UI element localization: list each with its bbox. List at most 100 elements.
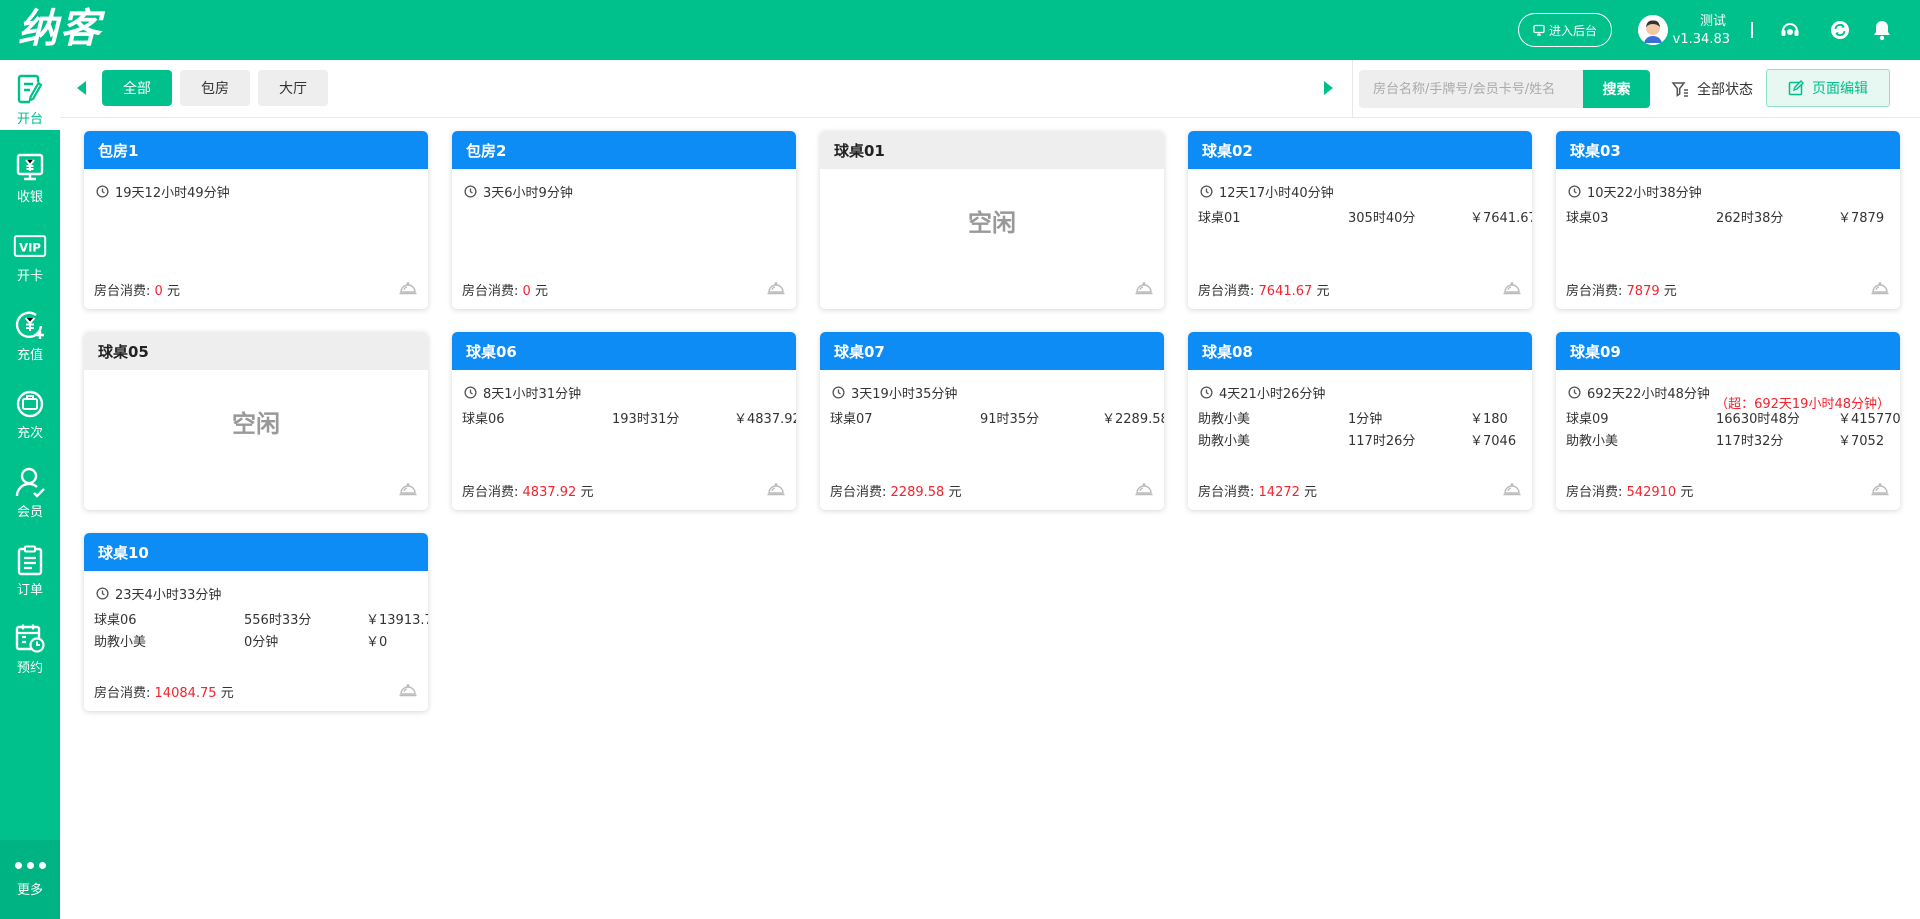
sidebar-item-order[interactable]: 订单: [0, 531, 60, 601]
service-bell-icon[interactable]: [766, 279, 786, 297]
sidebar-item-label: 开卡: [16, 269, 43, 284]
item-duration: 1分钟: [1348, 412, 1383, 427]
sidebar-item-cashier[interactable]: 收银: [0, 138, 60, 208]
order-icon: [13, 543, 47, 577]
currency-unit: 元: [1304, 485, 1318, 500]
search-input[interactable]: [1359, 70, 1583, 108]
service-bell-icon[interactable]: [1870, 480, 1890, 498]
item-name: 球桌03: [1566, 211, 1609, 226]
currency-unit: 元: [580, 485, 594, 500]
table-card-title: 球桌03: [1556, 131, 1900, 169]
consumption-label: 房台消费:: [1566, 485, 1623, 500]
table-card[interactable]: 球桌07 3天19小时35分钟 球桌07 91时35分 ￥2289.58 房台消费: 22…: [820, 332, 1164, 510]
consumption-amount: 7641.67: [1258, 284, 1313, 299]
table-card[interactable]: 包房1 19天12小时49分钟 房台消费: 0 元: [84, 131, 428, 309]
sidebar-more-button[interactable]: 更多: [0, 840, 60, 919]
item-name: 助教小美: [1566, 434, 1619, 449]
tab-all[interactable]: 全部: [102, 70, 172, 106]
search-button[interactable]: 搜索: [1583, 70, 1650, 108]
consumption-label: 房台消费:: [462, 485, 519, 500]
sidebar-item-vip[interactable]: VIP 开卡: [0, 217, 60, 287]
avatar[interactable]: [1638, 15, 1668, 45]
enter-backend-button[interactable]: 进入后台: [1518, 13, 1612, 47]
table-card[interactable]: 包房2 3天6小时9分钟 房台消费: 0 元: [452, 131, 796, 309]
consumption-amount: 7879: [1626, 284, 1660, 299]
item-amount: ￥415770: [1838, 412, 1900, 427]
svg-text:VIP: VIP: [19, 240, 41, 254]
scroll-left-arrow-icon[interactable]: [77, 81, 86, 95]
elapsed-time-value: 692天22小时48分钟: [1587, 387, 1710, 402]
table-consumption: 房台消费: 542910 元: [1566, 481, 1693, 500]
support-icon[interactable]: [1778, 18, 1802, 42]
sidebar: 开台 收银 VIP 开卡 充值 充次 会员 订单 预约 更多: [0, 60, 60, 919]
item-duration: 193时31分: [612, 412, 680, 427]
service-bell-icon[interactable]: [398, 681, 418, 699]
item-amount: ￥0: [366, 635, 388, 650]
service-bell-icon[interactable]: [398, 480, 418, 498]
table-card-title: 球桌08: [1188, 332, 1532, 370]
recharge-times-icon: [13, 386, 47, 420]
table-card[interactable]: 球桌08 4天21小时26分钟 助教小美 1分钟 ￥180 助教小美 117时26分 ￥704…: [1188, 332, 1532, 510]
service-bell-icon[interactable]: [1134, 279, 1154, 297]
table-consumption: 房台消费: 7641.67 元: [1198, 280, 1329, 299]
table-card[interactable]: 球桌09 692天22小时48分钟 （超：692天19小时48分钟） 球桌09 1663…: [1556, 332, 1900, 510]
service-bell-icon[interactable]: [1502, 279, 1522, 297]
item-name: 球桌09: [1566, 412, 1609, 427]
table-card[interactable]: 球桌03 10天22小时38分钟 球桌03 262时38分 ￥7879 房台消费: 787…: [1556, 131, 1900, 309]
table-consumption: 房台消费: 14084.75 元: [94, 682, 234, 701]
table-card[interactable]: 球桌05 空闲: [84, 332, 428, 510]
scroll-right-arrow-icon[interactable]: [1324, 81, 1333, 95]
item-name: 助教小美: [1198, 412, 1251, 427]
service-bell-icon[interactable]: [398, 279, 418, 297]
item-name: 助教小美: [1198, 434, 1251, 449]
table-card[interactable]: 球桌01 空闲: [820, 131, 1164, 309]
clock-icon: [1200, 386, 1213, 399]
app-logo: 纳客: [18, 5, 102, 52]
bell-icon[interactable]: [1870, 18, 1894, 42]
consumption-label: 房台消费:: [1198, 284, 1255, 299]
user-name: 测试: [1699, 14, 1726, 29]
consumption-amount: 2289.58: [890, 485, 945, 500]
table-card-title: 球桌07: [820, 332, 1164, 370]
status-filter-dropdown[interactable]: 全部状态: [1671, 70, 1753, 108]
sidebar-item-label: 充次: [16, 426, 43, 441]
table-card-title: 球桌06: [452, 332, 796, 370]
tab-private-room[interactable]: 包房: [180, 70, 250, 106]
service-bell-icon[interactable]: [1502, 480, 1522, 498]
item-amount: ￥180: [1470, 412, 1508, 427]
elapsed-time-value: 3天19小时35分钟: [851, 387, 958, 402]
clock-icon: [96, 185, 109, 198]
sidebar-item-member[interactable]: 会员: [0, 453, 60, 523]
table-card[interactable]: 球桌06 8天1小时31分钟 球桌06 193时31分 ￥4837.92 房台消费: 48…: [452, 332, 796, 510]
consumption-amount: 4837.92: [522, 485, 577, 500]
item-amount: ￥4837.92: [734, 412, 796, 427]
table-card[interactable]: 球桌02 12天17小时40分钟 球桌01 305时40分 ￥7641.67 房台消费: …: [1188, 131, 1532, 309]
item-amount: ￥7879: [1838, 211, 1885, 226]
item-duration: 305时40分: [1348, 211, 1416, 226]
top-bar: 纳客 进入后台 测试 v1.34.83: [0, 0, 1920, 60]
consumption-label: 房台消费:: [94, 686, 151, 701]
consumption-amount: 14272: [1258, 485, 1300, 500]
elapsed-time-value: 12天17小时40分钟: [1219, 186, 1334, 201]
refresh-icon[interactable]: [1828, 18, 1852, 42]
service-bell-icon[interactable]: [1134, 480, 1154, 498]
table-consumption: 房台消费: 7879 元: [1566, 280, 1677, 299]
sidebar-item-reservation[interactable]: 预约: [0, 609, 60, 679]
table-card-title: 球桌01: [820, 131, 1164, 169]
elapsed-time-value: 4天21小时26分钟: [1219, 387, 1326, 402]
sidebar-item-recharge[interactable]: 充值: [0, 296, 60, 366]
vip-card-icon: VIP: [13, 229, 47, 263]
item-name: 球桌06: [462, 412, 505, 427]
cashier-icon: [13, 150, 47, 184]
sidebar-item-open-table[interactable]: 开台: [0, 60, 60, 130]
tab-hall[interactable]: 大厅: [258, 70, 328, 106]
service-bell-icon[interactable]: [766, 480, 786, 498]
item-duration: 556时33分: [244, 613, 312, 628]
clock-icon: [1568, 185, 1581, 198]
idle-status: 空闲: [232, 409, 280, 438]
table-card[interactable]: 球桌10 23天4小时33分钟球桌06 556时33分 ￥13913.75 助教小美 0分…: [84, 533, 428, 711]
page-edit-button[interactable]: 页面编辑: [1766, 69, 1890, 107]
elapsed-time-value: 10天22小时38分钟: [1587, 186, 1702, 201]
sidebar-item-recharge-times[interactable]: 充次: [0, 374, 60, 444]
service-bell-icon[interactable]: [1870, 279, 1890, 297]
